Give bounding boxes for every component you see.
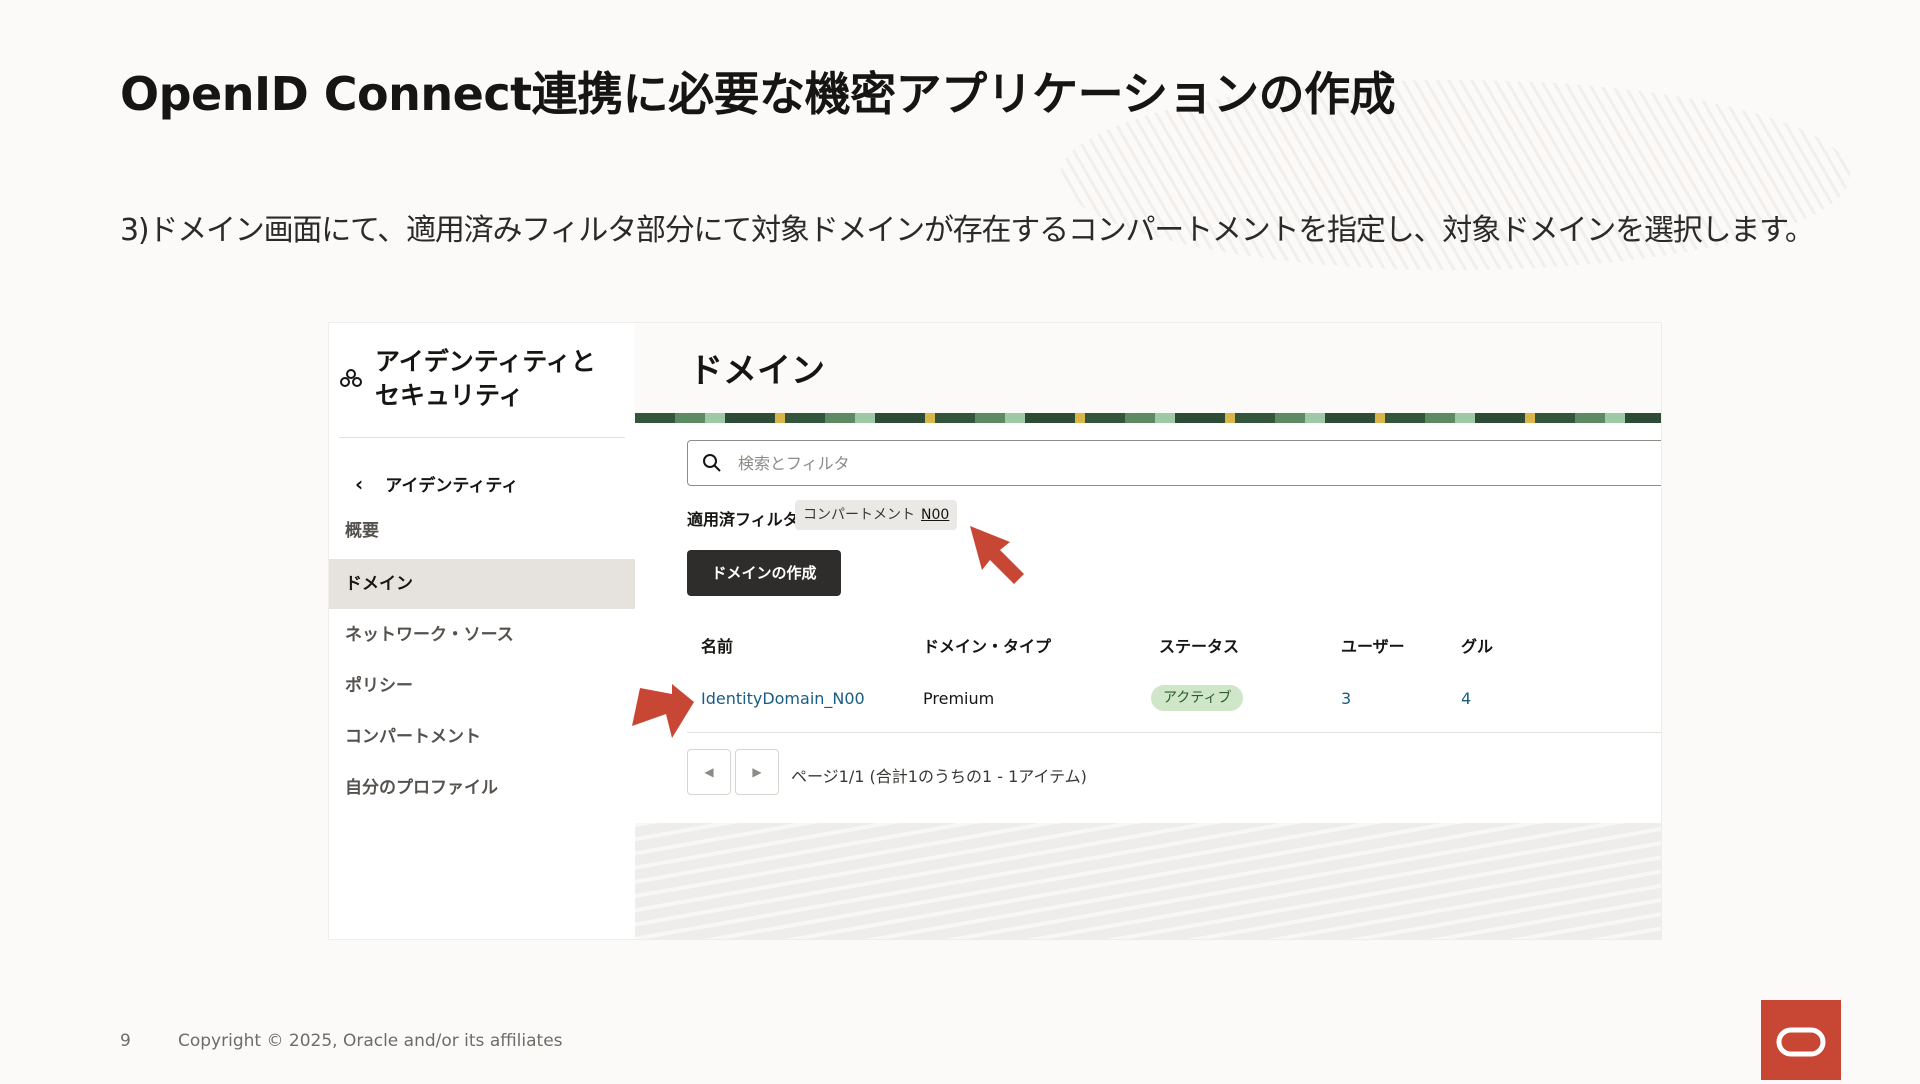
column-header-users[interactable]: ユーザー: [1341, 633, 1405, 657]
sidebar-item-overview[interactable]: 概要: [329, 506, 635, 556]
header-stripe: [635, 413, 1661, 423]
groups-count-link[interactable]: 4: [1461, 689, 1471, 708]
page-number: 9: [120, 1031, 131, 1051]
sidebar-item-network-sources[interactable]: ネットワーク・ソース: [329, 610, 635, 660]
oracle-logo: [1761, 1000, 1841, 1080]
domain-type-cell: Premium: [923, 689, 995, 708]
annotation-arrow-filter: [970, 526, 1024, 584]
oracle-logo-icon: [1776, 1027, 1826, 1057]
column-header-name[interactable]: 名前: [701, 633, 733, 657]
annotation-arrow-domain: [632, 684, 694, 738]
previous-page-button[interactable]: ◀: [687, 749, 731, 795]
decorative-footer-pattern: [635, 823, 1661, 939]
next-page-button[interactable]: ▶: [735, 749, 779, 795]
column-header-groups[interactable]: グル: [1461, 633, 1493, 657]
search-box[interactable]: [687, 440, 1661, 486]
main-panel: ドメイン 適用済フィルタ コンパートメント N00 ドメインの作成 名前 ドメイン…: [635, 323, 1661, 939]
caret-left-icon: ◀: [704, 765, 714, 779]
sidebar-title: アイデンティティと セキュリティ: [375, 347, 596, 410]
back-to-identity-link[interactable]: ‹ アイデンティティ: [355, 471, 519, 497]
copyright: Copyright © 2025, Oracle and/or its affi…: [178, 1031, 563, 1051]
applied-filters-label: 適用済フィルタ: [687, 510, 799, 529]
column-header-status[interactable]: ステータス: [1159, 633, 1239, 657]
pagination-text: ページ1/1 (合計1のうちの1 - 1アイテム): [791, 767, 1087, 786]
domain-name-link[interactable]: IdentityDomain_N00: [701, 689, 865, 708]
slide-title: OpenID Connect連携に必要な機密アプリケーションの作成: [120, 67, 1396, 121]
identity-security-icon: [340, 369, 362, 387]
column-header-domain-type[interactable]: ドメイン・タイプ: [923, 633, 1051, 657]
slide-subtitle: 3)ドメイン画面にて、適用済みフィルタ部分にて対象ドメインが存在するコンパートメ…: [120, 213, 1815, 248]
table-row-divider: [687, 732, 1661, 733]
search-icon: [703, 454, 721, 472]
sidebar-divider: [339, 437, 625, 438]
filter-chip-key: コンパートメント: [803, 507, 915, 523]
sidebar-item-my-profile[interactable]: 自分のプロファイル: [329, 763, 635, 813]
caret-right-icon: ▶: [752, 765, 762, 779]
create-domain-button[interactable]: ドメインの作成: [687, 550, 841, 596]
sidebar-item-domains[interactable]: ドメイン: [329, 559, 635, 609]
filter-chip-value[interactable]: N00: [921, 507, 949, 523]
chevron-left-icon: ‹: [355, 471, 364, 496]
console-screenshot: アイデンティティと セキュリティ ‹ アイデンティティ 概要 ドメイン ネットワ…: [329, 323, 1661, 939]
status-badge: アクティブ: [1151, 685, 1244, 711]
sidebar-item-policies[interactable]: ポリシー: [329, 661, 635, 711]
sidebar-header: アイデンティティと セキュリティ: [339, 345, 625, 413]
sidebar: アイデンティティと セキュリティ ‹ アイデンティティ 概要 ドメイン ネットワ…: [329, 323, 635, 939]
page-header: ドメイン: [635, 323, 1661, 413]
back-label: アイデンティティ: [385, 476, 519, 496]
users-count-link[interactable]: 3: [1341, 689, 1351, 708]
search-input[interactable]: [736, 452, 1640, 474]
compartment-filter-chip[interactable]: コンパートメント N00: [795, 500, 958, 530]
page-title: ドメイン: [689, 351, 825, 391]
sidebar-item-compartments[interactable]: コンパートメント: [329, 712, 635, 762]
